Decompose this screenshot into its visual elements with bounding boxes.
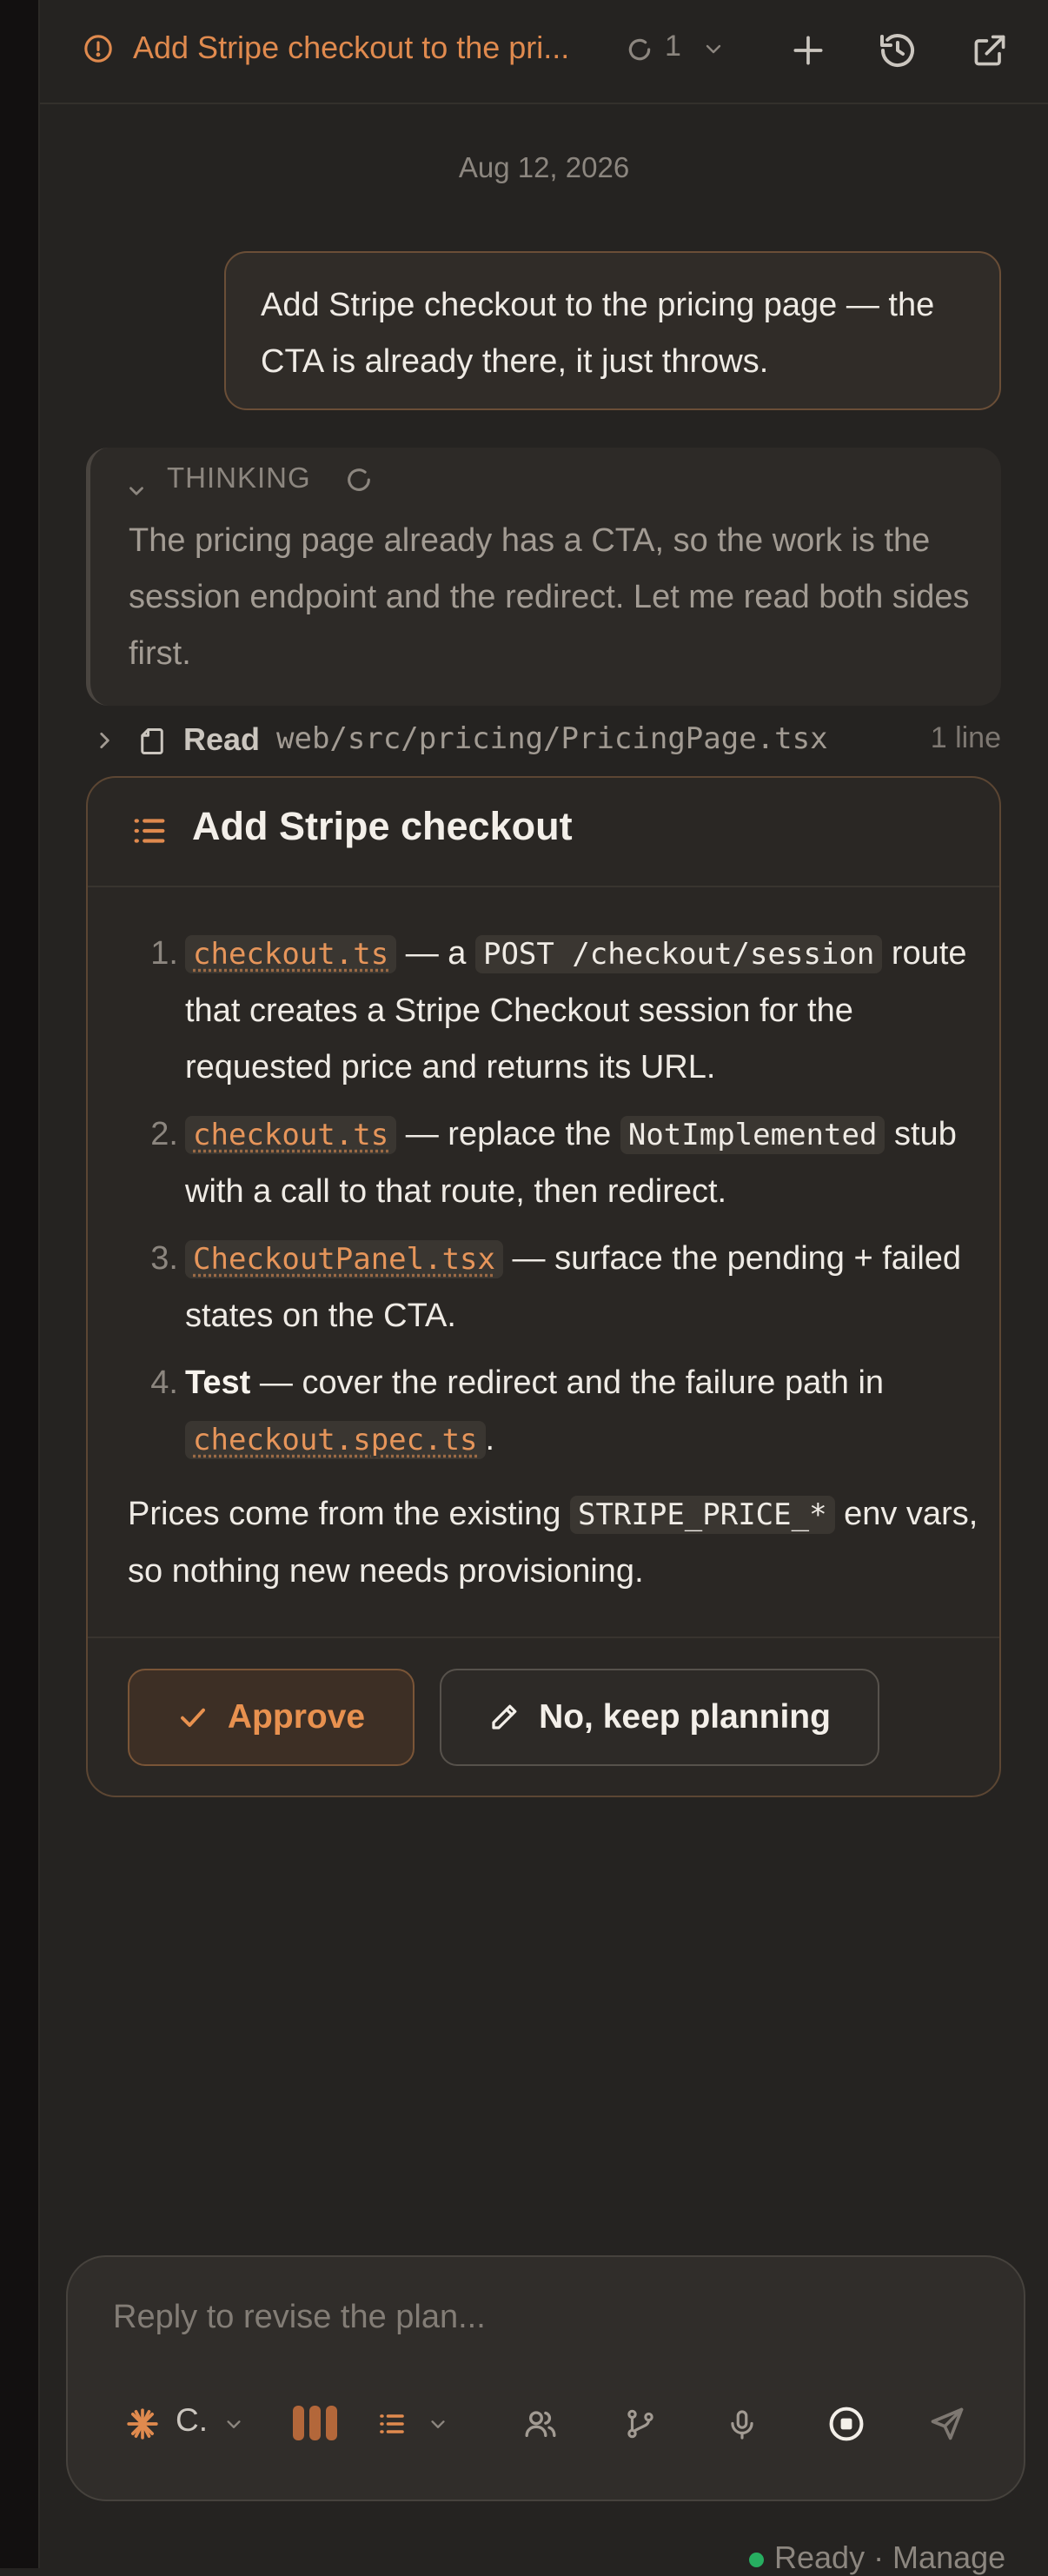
history-icon[interactable]	[877, 30, 919, 71]
step-bold-label: Test	[185, 1364, 251, 1401]
step-text: — replace the	[396, 1116, 620, 1152]
tool-call-read[interactable]: Read web/src/pricing/PricingPage.tsx 1 l…	[86, 716, 1001, 765]
effort-bars-icon[interactable]	[292, 2405, 339, 2441]
step-number: 2.	[150, 1116, 178, 1152]
pencil-icon	[488, 1702, 520, 1733]
check-icon	[177, 1702, 209, 1733]
open-external-icon[interactable]	[971, 31, 1009, 70]
file-link[interactable]: checkout.ts	[185, 935, 397, 973]
chevron-down-icon[interactable]	[222, 2415, 245, 2434]
file-link[interactable]: checkout.spec.ts	[185, 1421, 486, 1459]
loading-spinner-icon	[344, 465, 374, 495]
plan-card: Add Stripe checkout 1. checkout.ts — a P…	[86, 776, 1001, 1797]
chevron-down-icon[interactable]	[427, 2415, 449, 2434]
step-text: — a	[396, 935, 475, 972]
microphone-icon[interactable]	[726, 2407, 759, 2443]
top-bar: Add Stripe checkout to the pri... 1	[40, 0, 1048, 104]
plan-title: Add Stripe checkout	[192, 804, 573, 848]
task-title[interactable]: Add Stripe checkout to the pri...	[133, 30, 569, 66]
left-sidebar-rail	[0, 0, 40, 2568]
sparkle-icon[interactable]	[125, 2407, 160, 2441]
thinking-block[interactable]: THINKING The pricing page already has a …	[86, 448, 1001, 706]
plan-header: Add Stripe checkout	[88, 778, 999, 887]
git-branch-icon[interactable]	[624, 2407, 657, 2441]
approve-label: Approve	[227, 1698, 366, 1736]
send-icon[interactable]	[928, 2405, 966, 2443]
reply-composer: Reply to revise the plan... C.	[66, 2255, 1025, 2501]
users-icon[interactable]	[523, 2407, 558, 2441]
tool-call-verb: Read	[183, 721, 261, 757]
step-number: 1.	[150, 935, 178, 972]
conversation-date: Aug 12, 2026	[458, 151, 630, 183]
user-message-bubble: Add Stripe checkout to the pricing page …	[224, 251, 1001, 410]
step-number: 3.	[150, 1240, 178, 1277]
alert-circle-icon	[83, 34, 113, 63]
file-link[interactable]: CheckoutPanel.tsx	[185, 1240, 503, 1278]
document-icon	[136, 724, 168, 759]
loading-spinner-icon	[626, 36, 653, 63]
thinking-label: THINKING	[167, 461, 311, 494]
status-dot	[749, 2552, 764, 2567]
note-text: Prices come from the existing	[128, 1496, 570, 1532]
inline-code: NotImplemented	[620, 1116, 885, 1154]
status-text: Ready · Manage	[774, 2539, 1006, 2575]
inline-code: POST /checkout/session	[474, 935, 883, 973]
step-number: 4.	[150, 1364, 178, 1401]
step-text: — cover the redirect and the failure pat…	[250, 1364, 885, 1401]
keep-planning-label: No, keep planning	[539, 1698, 831, 1736]
keep-planning-button[interactable]: No, keep planning	[440, 1669, 879, 1766]
tool-call-path: web/src/pricing/PricingPage.tsx	[276, 721, 828, 756]
tool-call-meta: 1 line	[930, 721, 1001, 754]
divider	[88, 1637, 999, 1638]
chevron-down-icon[interactable]	[701, 39, 726, 60]
chevron-right-icon[interactable]	[93, 728, 116, 753]
reply-input[interactable]: Reply to revise the plan...	[113, 2299, 486, 2336]
stop-circle-icon[interactable]	[827, 2405, 866, 2443]
inline-code: STRIPE_PRICE_*	[569, 1496, 835, 1534]
user-message-text: Add Stripe checkout to the pricing page …	[261, 287, 935, 380]
step-text: .	[485, 1421, 495, 1457]
file-link[interactable]: checkout.ts	[185, 1116, 397, 1154]
plan-mode-list-icon[interactable]	[376, 2408, 408, 2440]
list-icon	[129, 811, 169, 851]
pending-count[interactable]: 1	[665, 30, 681, 63]
status-bar[interactable]: Ready · Manage	[749, 2539, 1005, 2576]
model-selector-label[interactable]: C.	[176, 2402, 208, 2439]
new-chat-plus-icon[interactable]	[789, 31, 827, 70]
approve-button[interactable]: Approve	[128, 1669, 415, 1766]
thinking-text: The pricing page already has a CTA, so t…	[129, 522, 970, 672]
chevron-down-icon[interactable]	[125, 480, 148, 502]
